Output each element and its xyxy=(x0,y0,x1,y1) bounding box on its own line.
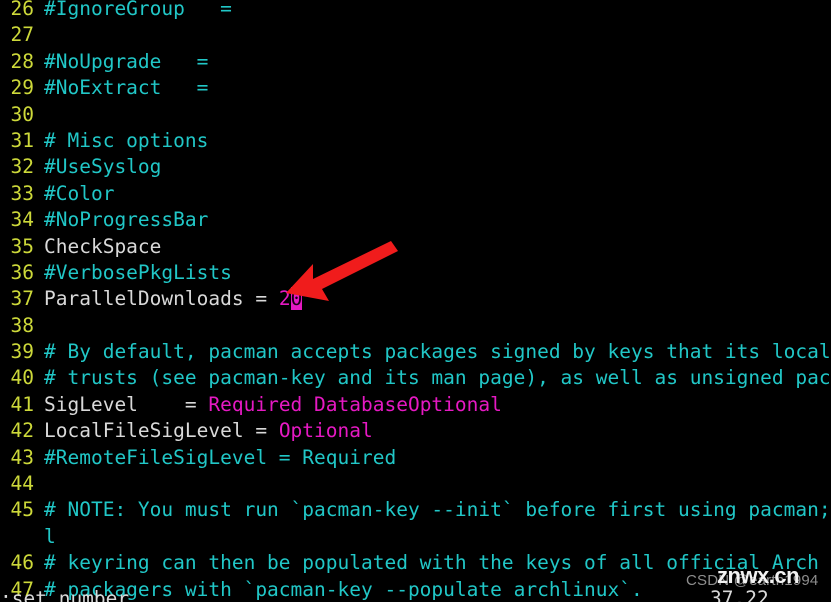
line-number: 35 xyxy=(10,234,34,258)
line-number: 30 xyxy=(10,102,34,126)
code-line[interactable]: 44 xyxy=(0,471,831,497)
code-line[interactable]: 38 xyxy=(0,313,831,339)
line-number: 28 xyxy=(10,49,34,73)
line-number: 43 xyxy=(10,445,34,469)
code-text: Required DatabaseOptional xyxy=(208,392,502,416)
code-text: #IgnoreGroup = xyxy=(44,0,232,20)
code-text: SigLevel = xyxy=(44,392,209,416)
code-line[interactable]: 42 LocalFileSigLevel = Optional xyxy=(0,418,831,444)
code-text: # NOTE: You must run `pacman-key --init`… xyxy=(44,498,831,522)
code-line[interactable]: 33 #Color xyxy=(0,181,831,207)
terminal-window[interactable]: 26 #IgnoreGroup = 27 28 #NoUpgrade = 29 #NoExt… xyxy=(0,0,831,602)
code-line[interactable]: 27 xyxy=(0,22,831,48)
line-number: 44 xyxy=(10,472,34,496)
code-line[interactable]: 41 SigLevel = Required DatabaseOptional xyxy=(0,392,831,418)
code-text: #RemoteFileSigLevel = Required xyxy=(44,445,397,469)
code-line[interactable]: 34 #NoProgressBar xyxy=(0,207,831,233)
code-line[interactable]: 32 #UseSyslog xyxy=(0,154,831,180)
line-number: 45 xyxy=(10,498,34,522)
code-line[interactable]: 40 # trusts (see pacman-key and its man p… xyxy=(0,365,831,391)
code-text: LocalFileSigLevel = xyxy=(44,419,279,443)
code-line[interactable]: 45 # NOTE: You must run `pacman-key --ini… xyxy=(0,497,831,523)
code-text: l xyxy=(44,524,56,548)
code-text: #Color xyxy=(44,181,115,205)
code-text: 2 xyxy=(278,287,291,311)
code-text: #NoProgressBar xyxy=(44,208,209,232)
code-line[interactable]: l xyxy=(0,524,831,550)
code-text: # trusts (see pacman-key and its man pag… xyxy=(44,366,831,390)
line-number: 33 xyxy=(10,181,34,205)
code-text: # Misc options xyxy=(44,128,209,152)
line-number: 27 xyxy=(10,23,34,47)
line-number: 42 xyxy=(10,419,34,443)
vim-command-text: :set number xyxy=(0,587,130,602)
code-text: CheckSpace xyxy=(44,234,162,258)
code-text: #NoUpgrade = xyxy=(44,49,209,73)
code-line[interactable]: 37 ParallelDownloads = 20 xyxy=(0,286,831,312)
code-text: # keyring can then be populated with the… xyxy=(44,551,831,575)
line-number: 37 xyxy=(10,287,34,311)
code-text: #VerbosePkgLists xyxy=(44,260,232,284)
line-number: 31 xyxy=(10,128,34,152)
vim-text-buffer[interactable]: 26 #IgnoreGroup = 27 28 #NoUpgrade = 29 #NoExt… xyxy=(0,0,831,602)
line-number: 46 xyxy=(10,551,34,575)
watermark-site: znwx.cn xyxy=(717,563,800,588)
code-text: #NoExtract = xyxy=(44,76,209,100)
code-line[interactable]: 35 CheckSpace xyxy=(0,234,831,260)
line-number: 26 xyxy=(10,0,34,20)
code-line[interactable]: 26 #IgnoreGroup = xyxy=(0,0,831,22)
code-text: ParallelDownloads = xyxy=(44,287,279,311)
code-text: # By default, pacman accepts packages si… xyxy=(44,340,831,364)
line-number: 39 xyxy=(10,340,34,364)
code-line[interactable]: 43 #RemoteFileSigLevel = Required xyxy=(0,445,831,471)
code-line[interactable]: 39 # By default, pacman accepts packages … xyxy=(0,339,831,365)
code-text: Optional xyxy=(278,419,373,443)
line-number: 29 xyxy=(10,76,34,100)
code-line[interactable]: 28 #NoUpgrade = xyxy=(0,49,831,75)
code-line[interactable]: 29 #NoExtract = xyxy=(0,75,831,101)
text-cursor: 0 xyxy=(290,287,303,311)
line-number: 34 xyxy=(10,208,34,232)
line-number: 32 xyxy=(10,155,34,179)
line-number: 40 xyxy=(10,366,34,390)
code-line[interactable]: 31 # Misc options xyxy=(0,128,831,154)
code-line[interactable]: 36 #VerbosePkgLists xyxy=(0,260,831,286)
code-text: #UseSyslog xyxy=(44,155,162,179)
line-number: 41 xyxy=(10,392,34,416)
line-number: 38 xyxy=(10,313,34,337)
line-number: 36 xyxy=(10,260,34,284)
code-line[interactable]: 30 xyxy=(0,102,831,128)
